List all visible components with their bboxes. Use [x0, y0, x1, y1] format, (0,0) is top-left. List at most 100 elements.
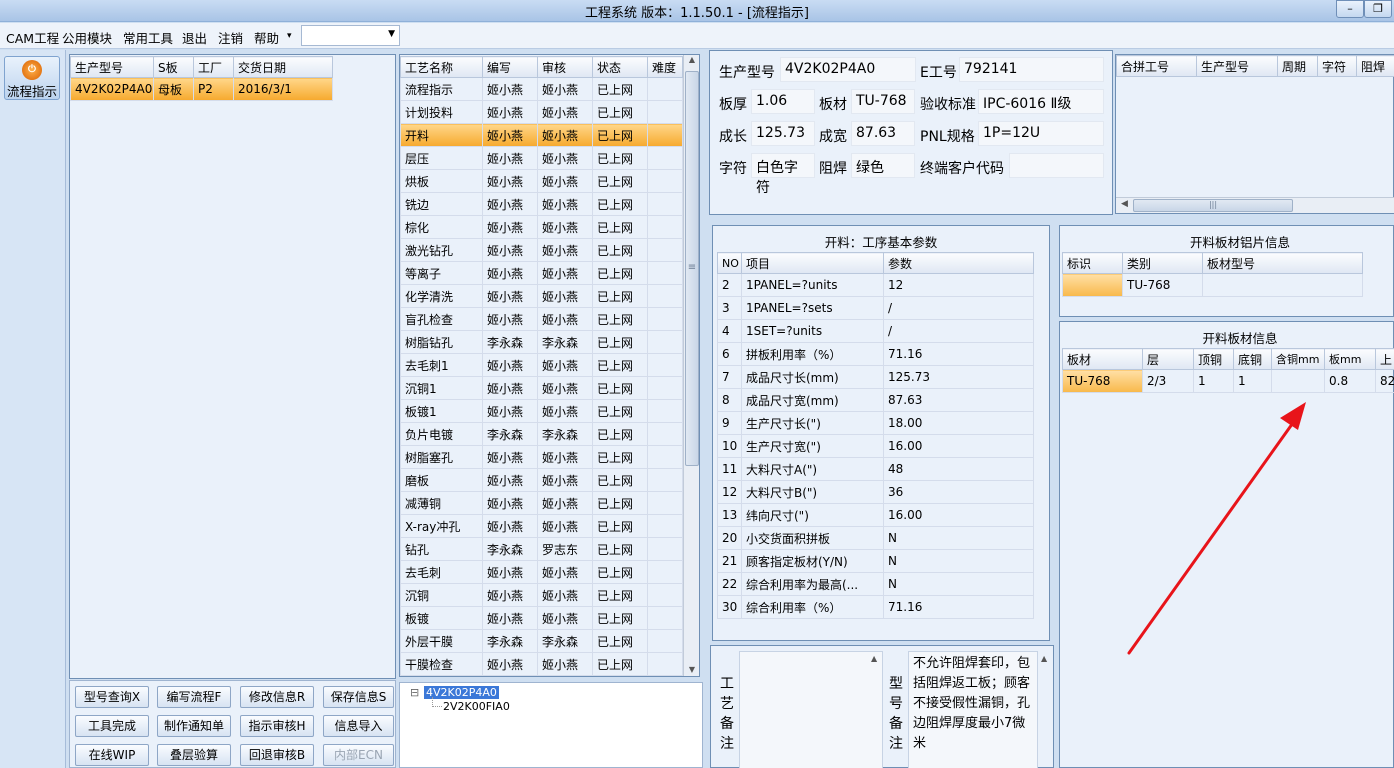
- table-row[interactable]: 21 顾客指定板材(Y/N) N: [717, 549, 1034, 573]
- col-bottom-cu[interactable]: 底铜: [1233, 348, 1272, 370]
- len-field[interactable]: 125.73: [751, 121, 815, 146]
- restore-button[interactable]: ❐: [1364, 0, 1392, 18]
- table-row[interactable]: 减薄铜 姬小燕 姬小燕 已上网: [400, 491, 683, 515]
- table-row[interactable]: 13 纬向尺寸(") 16.00: [717, 503, 1034, 527]
- menu-help[interactable]: 帮助: [254, 28, 279, 47]
- process-scrollbar[interactable]: ▲ ≡ ▼: [683, 55, 699, 676]
- table-row[interactable]: 磨板 姬小燕 姬小燕 已上网: [400, 468, 683, 492]
- minimize-button[interactable]: –: [1336, 0, 1364, 18]
- online-wip-button[interactable]: 在线WIP: [75, 744, 149, 766]
- proc-note-text[interactable]: [739, 651, 883, 768]
- col-writer[interactable]: 编写: [482, 56, 538, 78]
- table-row[interactable]: 20 小交货面积拼板 N: [717, 526, 1034, 550]
- wid-field[interactable]: 87.63: [851, 121, 915, 146]
- table-row[interactable]: TU-768 2/3 1 1 0.8 82: [1062, 369, 1394, 393]
- col-sheet-type[interactable]: 板材型号: [1202, 252, 1363, 274]
- table-row[interactable]: 22 综合利用率为最高(... N: [717, 572, 1034, 596]
- table-row[interactable]: X-ray冲孔 姬小燕 姬小燕 已上网: [400, 514, 683, 538]
- table-row[interactable]: 板镀 姬小燕 姬小燕 已上网: [400, 606, 683, 630]
- make-notice-button[interactable]: 制作通知单: [157, 715, 231, 737]
- col-status[interactable]: 状态: [592, 56, 648, 78]
- menu-common-module[interactable]: 公用模块: [62, 28, 112, 47]
- col-mark[interactable]: 标识: [1062, 252, 1123, 274]
- table-row[interactable]: 6 拼板利用率（%） 71.16: [717, 342, 1034, 366]
- chevron-down-icon[interactable]: ▾: [287, 31, 292, 41]
- modify-info-button[interactable]: 修改信息R: [240, 686, 314, 708]
- table-row[interactable]: 10 生产尺寸宽(") 16.00: [717, 434, 1034, 458]
- table-row[interactable]: 9 生产尺寸长(") 18.00: [717, 411, 1034, 435]
- table-row[interactable]: 2 1PANEL=?units 12: [717, 273, 1034, 297]
- scroll-left-icon[interactable]: ◀: [1121, 199, 1128, 209]
- table-row[interactable]: 外层干膜 李永森 李永森 已上网: [400, 629, 683, 653]
- chevron-down-icon[interactable]: ▼: [388, 29, 395, 39]
- col-up[interactable]: 上: [1375, 348, 1394, 370]
- table-row[interactable]: 化学清洗 姬小燕 姬小燕 已上网: [400, 284, 683, 308]
- scroll-thumb[interactable]: |||: [1133, 199, 1293, 212]
- col-no[interactable]: NO: [717, 252, 742, 274]
- col-sheet[interactable]: 板材: [1062, 348, 1143, 370]
- col-merge-model[interactable]: 生产型号: [1196, 55, 1278, 77]
- col-mask[interactable]: 阻焊: [1356, 55, 1394, 77]
- table-row[interactable]: 钻孔 李永森 罗志东 已上网: [400, 537, 683, 561]
- menu-cam[interactable]: CAM工程: [6, 28, 59, 47]
- table-row[interactable]: 干膜检查 姬小燕 姬小燕 已上网: [400, 652, 683, 676]
- char-field[interactable]: 白色字符: [751, 153, 815, 196]
- collapse-icon[interactable]: ⊟: [410, 686, 419, 699]
- table-row[interactable]: TU-768: [1062, 273, 1363, 297]
- table-row[interactable]: 流程指示 姬小燕 姬小燕 已上网: [400, 77, 683, 101]
- menu-tools[interactable]: 常用工具: [123, 28, 173, 47]
- cust-field[interactable]: [1009, 153, 1104, 178]
- table-row[interactable]: 11 大料尺寸A(") 48: [717, 457, 1034, 481]
- table-row[interactable]: 烘板 姬小燕 姬小燕 已上网: [400, 169, 683, 193]
- scroll-down-icon[interactable]: ▼: [684, 665, 699, 674]
- merge-hscroll[interactable]: ◀ |||: [1116, 197, 1394, 213]
- col-reviewer[interactable]: 审核: [537, 56, 593, 78]
- table-row[interactable]: 等离子 姬小燕 姬小燕 已上网: [400, 261, 683, 285]
- toolbar-combo[interactable]: ▼: [301, 25, 400, 46]
- table-row[interactable]: 去毛刺 姬小燕 姬小燕 已上网: [400, 560, 683, 584]
- save-info-button[interactable]: 保存信息S: [323, 686, 394, 708]
- model-note-text[interactable]: 不允许阻焊套印，包括阻焊返工板；顾客不接受假性漏铜，孔边阻焊厚度最小7微米: [908, 651, 1038, 768]
- table-row[interactable]: 激光钻孔 姬小燕 姬小燕 已上网: [400, 238, 683, 262]
- menu-logout[interactable]: 注销: [218, 28, 243, 47]
- table-row[interactable]: 3 1PANEL=?sets /: [717, 296, 1034, 320]
- scroll-thumb[interactable]: ≡: [685, 71, 699, 466]
- table-row[interactable]: 计划投料 姬小燕 姬小燕 已上网: [400, 100, 683, 124]
- tree-node-child[interactable]: 2V2K00FIA0: [443, 700, 510, 713]
- col-char[interactable]: 字符: [1317, 55, 1357, 77]
- mat-field[interactable]: TU-768: [851, 89, 915, 114]
- scroll-up-icon[interactable]: ▲: [871, 654, 877, 663]
- table-row[interactable]: 盲孔检查 姬小燕 姬小燕 已上网: [400, 307, 683, 331]
- col-type[interactable]: 类别: [1122, 252, 1203, 274]
- table-row[interactable]: 沉铜 姬小燕 姬小燕 已上网: [400, 583, 683, 607]
- col-model[interactable]: 生产型号: [70, 56, 154, 78]
- table-row[interactable]: 树脂钻孔 李永森 李永森 已上网: [400, 330, 683, 354]
- col-delivery[interactable]: 交货日期: [233, 56, 333, 78]
- table-row[interactable]: 去毛刺1 姬小燕 姬小燕 已上网: [400, 353, 683, 377]
- review-button[interactable]: 指示审核H: [240, 715, 314, 737]
- col-layer[interactable]: 层: [1142, 348, 1194, 370]
- table-row[interactable]: 板镀1 姬小燕 姬小燕 已上网: [400, 399, 683, 423]
- table-row[interactable]: 7 成品尺寸长(mm) 125.73: [717, 365, 1034, 389]
- table-row[interactable]: 沉铜1 姬小燕 姬小燕 已上网: [400, 376, 683, 400]
- col-item[interactable]: 项目: [741, 252, 884, 274]
- table-row[interactable]: 层压 姬小燕 姬小燕 已上网: [400, 146, 683, 170]
- col-value[interactable]: 参数: [883, 252, 1034, 274]
- col-cu-mm[interactable]: 含铜mm: [1271, 348, 1325, 370]
- table-row[interactable]: 铣边 姬小燕 姬小燕 已上网: [400, 192, 683, 216]
- eno-field[interactable]: 792141: [959, 57, 1104, 82]
- col-top-cu[interactable]: 顶铜: [1193, 348, 1234, 370]
- col-merge-no[interactable]: 合拼工号: [1116, 55, 1197, 77]
- table-row[interactable]: 树脂塞孔 姬小燕 姬小燕 已上网: [400, 445, 683, 469]
- internal-ecn-button[interactable]: 内部ECN: [323, 744, 394, 766]
- model-query-button[interactable]: 型号查询X: [75, 686, 149, 708]
- flow-button[interactable]: ⏻ 流程指示: [4, 56, 60, 100]
- std-field[interactable]: IPC-6016 Ⅱ级: [978, 89, 1104, 114]
- col-period[interactable]: 周期: [1277, 55, 1318, 77]
- thick-field[interactable]: 1.06: [751, 89, 815, 114]
- table-row[interactable]: 8 成品尺寸宽(mm) 87.63: [717, 388, 1034, 412]
- write-flow-button[interactable]: 编写流程F: [157, 686, 231, 708]
- col-board-mm[interactable]: 板mm: [1324, 348, 1376, 370]
- table-row[interactable]: 棕化 姬小燕 姬小燕 已上网: [400, 215, 683, 239]
- scroll-up-icon[interactable]: ▲: [684, 55, 699, 64]
